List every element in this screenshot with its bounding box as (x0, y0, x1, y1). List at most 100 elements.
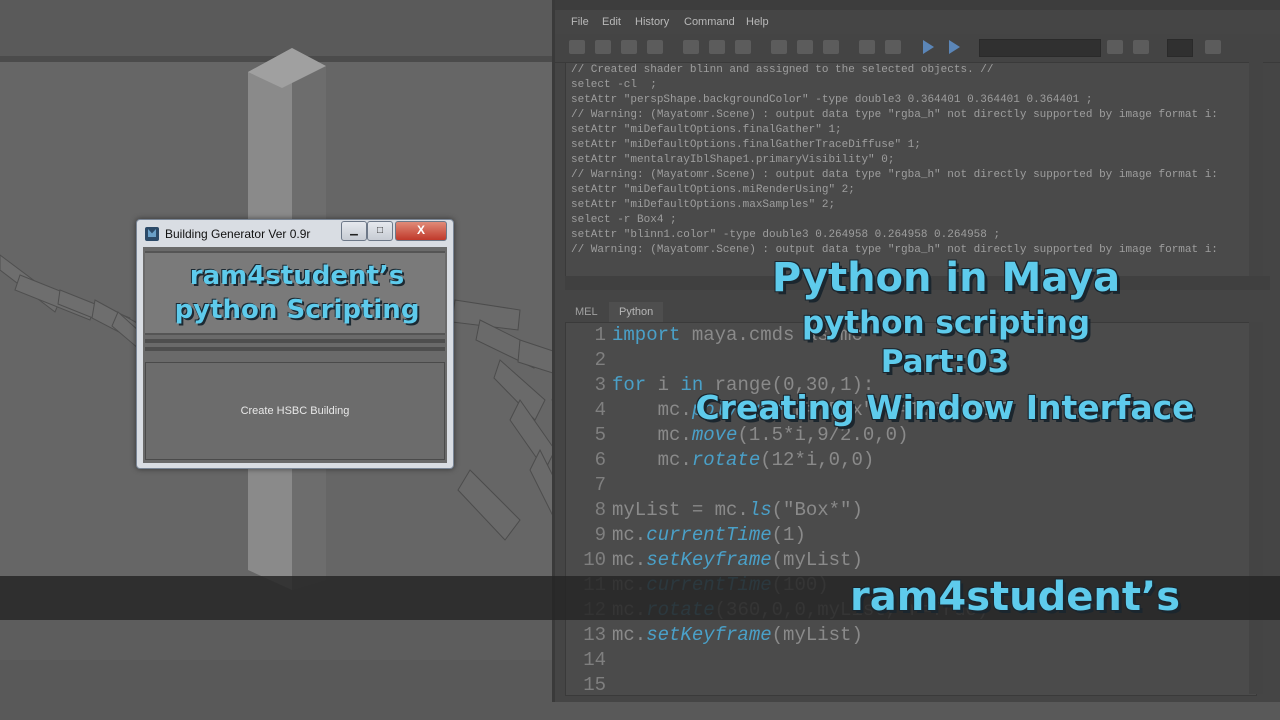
menu-help[interactable]: Help (746, 16, 769, 28)
line-number: 7 (594, 474, 606, 496)
show-both-icon[interactable] (823, 40, 839, 54)
separator-1 (145, 339, 445, 343)
overlay-topic: Creating Window Interface (695, 388, 1195, 427)
history-line: setAttr "miDefaultOptions.finalGatherTra… (571, 139, 921, 151)
banner-line-2: python Scripting (174, 295, 420, 325)
script-editor-toolbar (555, 34, 1280, 63)
overlay-brand: ram4student’s (850, 574, 1180, 620)
search-field[interactable] (979, 39, 1101, 57)
history-scrollbar[interactable] (1249, 62, 1263, 276)
code-token: mc. (612, 624, 647, 646)
history-line: // Warning: (Mayatomr.Scene) : output da… (571, 169, 1218, 181)
clear-history-icon[interactable] (683, 40, 699, 54)
overlay-part: Part:03 (880, 344, 1010, 380)
history-line: select -cl ; (571, 79, 657, 91)
history-line: setAttr "blinn1.color" -type double3 0.2… (571, 229, 1001, 241)
code-text: myList = mc.ls("Box*") (606, 499, 863, 521)
script-editor-titlebar (555, 0, 1280, 10)
execute-icon[interactable] (949, 40, 960, 54)
line-number: 9 (594, 524, 606, 546)
history-line: setAttr "mentalrayIblShape1.primaryVisib… (571, 154, 895, 166)
line-number: 5 (594, 424, 606, 446)
code-token: (1) (771, 524, 806, 546)
line-number: 13 (583, 624, 606, 646)
clear-all-icon[interactable] (735, 40, 751, 54)
code-token: ("Box*") (771, 499, 863, 521)
building-generator-dialog: Building Generator Ver 0.9r ▁ □ X ram4st… (136, 219, 454, 469)
maximize-button[interactable]: □ (367, 221, 393, 241)
line-number: 1 (594, 324, 606, 346)
script-editor-menubar: File Edit History Command Help (555, 12, 1280, 34)
tab-mel[interactable]: MEL (565, 302, 608, 322)
code-keyword: for (612, 374, 647, 396)
menu-history[interactable]: History (635, 16, 669, 28)
menu-edit[interactable]: Edit (602, 16, 621, 28)
code-function: move (691, 424, 738, 446)
search-prev-icon[interactable] (1133, 40, 1149, 54)
code-line: 9 mc.currentTime(1) (566, 523, 1256, 548)
search-next-icon[interactable] (1107, 40, 1123, 54)
code-token: (1.5*i,9/2.0,0) (737, 424, 909, 446)
code-function: currentTime (646, 524, 772, 546)
code-function: setKeyframe (646, 624, 772, 646)
line-number: 3 (594, 374, 606, 396)
source-script-icon[interactable] (595, 40, 611, 54)
clear-input-icon[interactable] (709, 40, 725, 54)
show-history-icon[interactable] (771, 40, 787, 54)
separator-2 (145, 347, 445, 351)
save-script-icon[interactable] (621, 40, 637, 54)
history-line: // Created shader blinn and assigned to … (571, 64, 994, 76)
code-text: mc.currentTime(1) (606, 524, 806, 546)
line-number: 15 (583, 674, 606, 696)
tab-python[interactable]: Python (609, 302, 664, 322)
history-pane[interactable]: // Created shader blinn and assigned to … (565, 62, 1257, 278)
code-function: ls (748, 499, 772, 521)
code-scrollbar[interactable] (1249, 322, 1263, 694)
maya-app-icon (145, 227, 159, 241)
code-line: 15 (566, 673, 1256, 696)
code-keyword: import (612, 324, 681, 346)
open-script-icon[interactable] (569, 40, 585, 54)
line-number: 6 (594, 449, 606, 471)
minimize-button[interactable]: ▁ (341, 221, 367, 241)
close-button[interactable]: X (395, 221, 447, 241)
menu-file[interactable]: File (571, 16, 589, 28)
code-function: rotate (691, 449, 761, 471)
code-token: (myList) (771, 624, 863, 646)
history-line: setAttr "miDefaultOptions.finalGather" 1… (571, 124, 842, 136)
overlay-title: Python in Maya (771, 255, 1121, 301)
history-line: // Warning: (Mayatomr.Scene) : output da… (571, 109, 1218, 121)
code-line: 6 mc.rotate(12*i,0,0) (566, 448, 1256, 473)
echo-commands-icon[interactable] (859, 40, 875, 54)
code-token: myList = mc. (612, 499, 749, 521)
line-number: 10 (583, 549, 606, 571)
code-token: mc. (612, 549, 647, 571)
history-line: select -r Box4 ; (571, 214, 677, 226)
history-line: setAttr "miDefaultOptions.miRenderUsing"… (571, 184, 855, 196)
code-line: 14 (566, 648, 1256, 673)
line-number: 14 (583, 649, 606, 671)
code-text: mc.rotate(12*i,0,0) (606, 449, 875, 471)
code-line: 8 myList = mc.ls("Box*") (566, 498, 1256, 523)
execute-all-icon[interactable] (923, 40, 934, 54)
save-to-shelf-icon[interactable] (647, 40, 663, 54)
overlay-subtitle: python scripting (801, 305, 1091, 341)
banner-line-1: ram4student’s (189, 261, 405, 291)
create-building-button[interactable]: Create HSBC Building (145, 362, 445, 460)
code-token: mc. (612, 524, 647, 546)
line-number: 8 (594, 499, 606, 521)
code-line: 13 mc.setKeyframe(myList) (566, 623, 1256, 648)
code-token: (myList) (771, 549, 863, 571)
code-line: 7 (566, 473, 1256, 498)
line-number: 4 (594, 399, 606, 421)
goto-line-field[interactable] (1167, 39, 1193, 57)
goto-line-icon[interactable] (1205, 40, 1221, 54)
line-numbers-icon[interactable] (885, 40, 901, 54)
show-input-icon[interactable] (797, 40, 813, 54)
code-token: mc. (612, 424, 692, 446)
menu-command[interactable]: Command (684, 16, 735, 28)
